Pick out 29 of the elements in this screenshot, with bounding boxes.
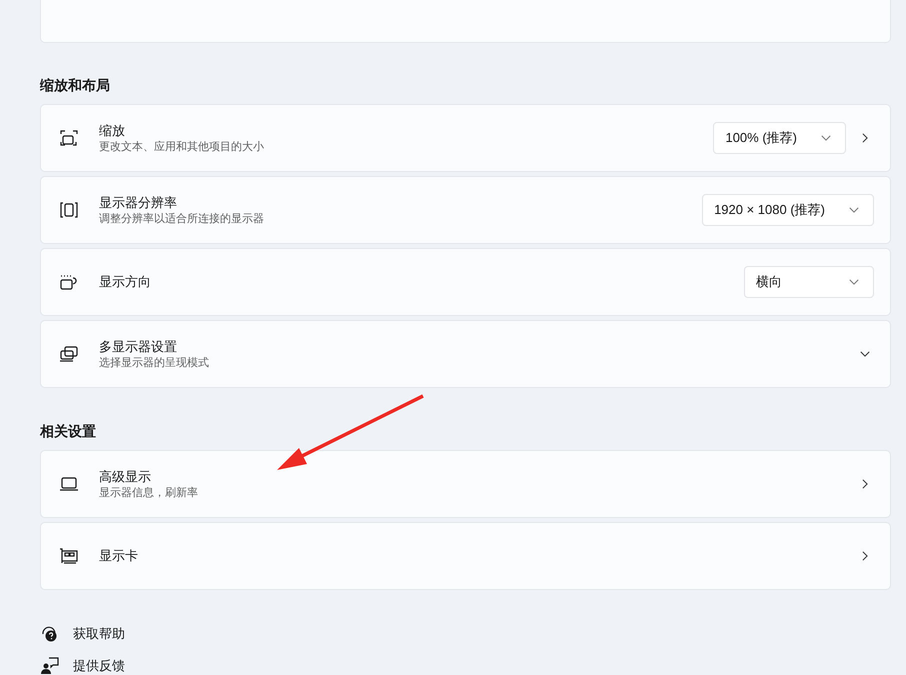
settings-card[interactable]: 缩放 更改文本、应用和其他项目的大小 100% (推荐) bbox=[40, 104, 891, 172]
setting-description: 显示器信息，刷新率 bbox=[99, 486, 199, 500]
setting-title: 高级显示 bbox=[99, 468, 152, 486]
help-link[interactable]: 提供反馈 bbox=[73, 656, 125, 675]
setting-title: 显示卡 bbox=[99, 547, 139, 565]
monitors-icon bbox=[59, 344, 79, 364]
setting-description: 更改文本、应用和其他项目的大小 bbox=[99, 140, 265, 154]
dropdown[interactable]: 100% (推荐) bbox=[713, 122, 846, 154]
settings-card[interactable]: 显示器分辨率 调整分辨率以适合所连接的显示器 1920 × 1080 (推荐) bbox=[40, 176, 891, 244]
setting-description: 选择显示器的呈现模式 bbox=[99, 356, 210, 370]
settings-card[interactable] bbox=[40, 0, 891, 43]
settings-card[interactable]: 高级显示 显示器信息，刷新率 bbox=[40, 450, 891, 518]
setting-description: 调整分辨率以适合所连接的显示器 bbox=[99, 212, 265, 226]
help-link[interactable]: 获取帮助 bbox=[73, 624, 125, 644]
resolution-icon bbox=[59, 200, 79, 220]
settings-card[interactable]: 多显示器设置 选择显示器的呈现模式 bbox=[40, 320, 891, 388]
dropdown[interactable]: 1920 × 1080 (推荐) bbox=[702, 194, 874, 226]
section-heading: 相关设置 bbox=[40, 422, 97, 441]
graphics-card-icon bbox=[59, 546, 79, 566]
settings-card[interactable]: 显示方向 横向 bbox=[40, 248, 891, 316]
feedback-icon bbox=[40, 656, 60, 675]
setting-title: 显示器分辨率 bbox=[99, 194, 178, 212]
setting-title: 多显示器设置 bbox=[99, 338, 178, 356]
scale-icon bbox=[59, 128, 79, 148]
setting-title: 缩放 bbox=[99, 122, 126, 140]
section-heading: 缩放和布局 bbox=[40, 76, 111, 95]
settings-card[interactable]: 显示卡 bbox=[40, 522, 891, 590]
dropdown[interactable]: 横向 bbox=[744, 266, 874, 298]
setting-title: 显示方向 bbox=[99, 273, 152, 291]
